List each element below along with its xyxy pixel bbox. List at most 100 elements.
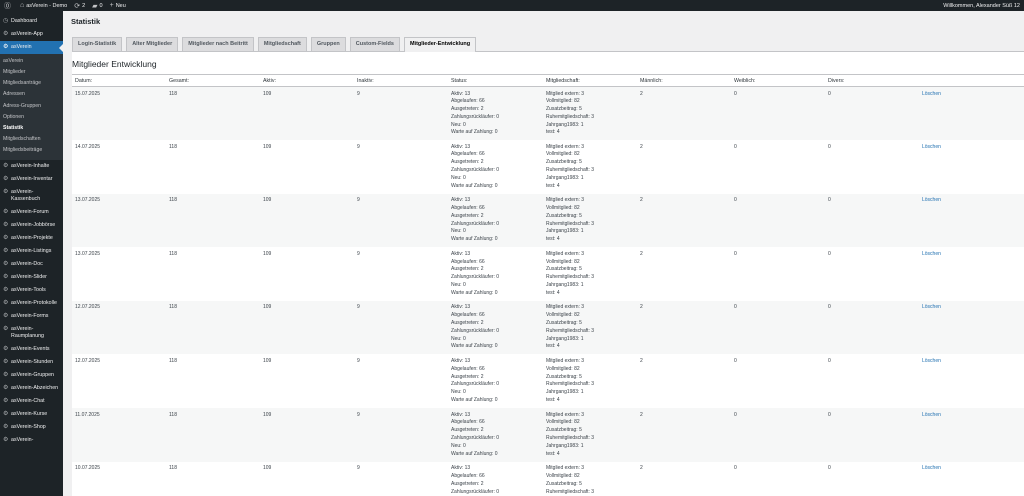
sidebar-item-asverein[interactable]: ⚙ asVerein- (0, 434, 63, 447)
active-cell: 109 (260, 461, 354, 496)
sidebar-item-label: asVerein-Listings (11, 247, 52, 254)
status-line: Zahlungsrückläufer: 0 (451, 434, 500, 441)
membership-line: Mitglied extern: 3 (546, 304, 585, 311)
gear-icon: ⚙ (3, 358, 9, 365)
male-cell: 2 (637, 300, 731, 355)
table-row: 14.07.2025 118 109 9 Aktiv: 13 Abgelaufen: 66… (72, 140, 1024, 194)
gear-icon: ⚙ (3, 410, 9, 417)
gear-icon: ⚙ (3, 371, 9, 378)
tab-mitglieder-nach-beitritt[interactable]: Mitglieder nach Beitritt (182, 37, 254, 51)
delete-link[interactable]: Löschen (922, 412, 941, 418)
date-cell: 14.07.2025 (72, 140, 166, 194)
status-cell: Aktiv: 13 Abgelaufen: 66 Ausgetreten: 2 Zah… (448, 408, 543, 462)
gear-icon: ⚙ (3, 286, 9, 293)
sidebar-item-asverein-listings[interactable]: ⚙ asVerein-Listings (0, 245, 63, 258)
status-cell: Aktiv: 13 Abgelaufen: 66 Ausgetreten: 2 Zah… (448, 86, 543, 141)
submenu-item-adressen[interactable]: Adressen (0, 90, 63, 101)
status-line: Ausgetreten: 2 (451, 373, 484, 380)
sidebar-item-asverein-projekte[interactable]: ⚙ asVerein-Projekte (0, 232, 63, 245)
menu-asverein[interactable]: ⚙ asVerein (0, 41, 63, 54)
total-cell: 118 (166, 193, 260, 248)
action-cell: Löschen (919, 86, 1024, 141)
female-cell: 0 (731, 408, 825, 462)
sidebar-item-asverein-shop[interactable]: ⚙ asVerein-Shop (0, 421, 63, 434)
status-line: Warte auf Zahlung: 0 (451, 343, 498, 350)
submenu-item-mitgliedsantr-ge[interactable]: Mitgliedsanträge (0, 78, 63, 89)
membership-line: Vollmitglied: 82 (546, 312, 580, 319)
sidebar-item-asverein-events[interactable]: ⚙ asVerein-Events (0, 343, 63, 356)
updates-link[interactable]: ⟳ 2 (74, 2, 85, 10)
sidebar-item-asverein-raumplanung[interactable]: ⚙ asVerein-Raumplanung (0, 323, 63, 343)
statistics-panel: Mitglieder Entwicklung Datum: Gesamt: Akti… (72, 52, 1024, 496)
inactive-cell: 9 (354, 354, 448, 409)
status-line: Ausgetreten: 2 (451, 266, 484, 273)
home-icon: ⌂ (20, 2, 25, 9)
male-cell: 2 (637, 247, 731, 301)
tab-login-statistik[interactable]: Login-Statistik (72, 37, 123, 51)
membership-cell: Mitglied extern: 3 Vollmitglied: 82 Zusatz… (543, 461, 637, 496)
tab-mitglieder-entwicklung[interactable]: Mitglieder-Entwicklung (403, 37, 477, 52)
membership-line: Zusatzbeitrag: 5 (546, 106, 582, 113)
tab-mitgliedschaft[interactable]: Mitgliedschaft (257, 37, 307, 51)
wordpress-logo-icon[interactable]: ⓪ (4, 1, 13, 11)
sidebar-item-asverein-forms[interactable]: ⚙ asVerein-Forms (0, 310, 63, 323)
submenu-item-mitglieder[interactable]: Mitglieder (0, 67, 63, 78)
sidebar-item-asverein-kurse[interactable]: ⚙ asVerein-Kurse (0, 408, 63, 421)
delete-link[interactable]: Löschen (922, 304, 941, 310)
membership-line: Ruhemitgliedschaft: 3 (546, 381, 595, 388)
menu-asverein-app[interactable]: ⚙ asVerein-App (0, 28, 63, 41)
sidebar-item-label: asVerein-Forms (11, 312, 49, 319)
status-line: Warte auf Zahlung: 0 (451, 182, 498, 189)
sidebar-item-asverein-kassenbuch[interactable]: ⚙ asVerein-Kassenbuch (0, 186, 63, 206)
membership-cell: Mitglied extern: 3 Vollmitglied: 82 Zusatz… (543, 86, 637, 141)
sidebar-item-label: asVerein-Slider (11, 273, 47, 280)
membership-line: Zusatzbeitrag: 5 (546, 319, 582, 326)
sidebar-item-asverein-jobb-rse[interactable]: ⚙ asVerein-Jobbörse (0, 219, 63, 232)
status-line: Ausgetreten: 2 (451, 480, 484, 487)
delete-link[interactable]: Löschen (922, 465, 941, 471)
gear-icon: ⚙ (3, 397, 9, 404)
tab-custom-fields[interactable]: Custom-Fields (349, 37, 400, 51)
sidebar-item-asverein-slider[interactable]: ⚙ asVerein-Slider (0, 271, 63, 284)
delete-link[interactable]: Löschen (922, 197, 941, 203)
sidebar-item-asverein-doc[interactable]: ⚙ asVerein-Doc (0, 258, 63, 271)
delete-link[interactable]: Löschen (922, 91, 941, 97)
user-account-link[interactable]: Willkommen, Alexander Süß 12 (943, 3, 1020, 9)
tab-gruppen[interactable]: Gruppen (310, 37, 346, 51)
submenu-item-mitgliedsbeitr-ge[interactable]: Mitgliedsbeiträge (0, 146, 63, 157)
submenu-item-asverein[interactable]: asVerein (0, 56, 63, 67)
menu-dashboard[interactable]: ◷ Dashboard (0, 15, 63, 28)
tab-alter-mitglieder[interactable]: Alter Mitglieder (126, 37, 179, 51)
total-cell: 118 (166, 408, 260, 462)
delete-link[interactable]: Löschen (922, 358, 941, 364)
sidebar-item-asverein-inhalte[interactable]: ⚙ asVerein-Inhalte (0, 160, 63, 173)
sidebar-item-asverein-tools[interactable]: ⚙ asVerein-Tools (0, 284, 63, 297)
column-header-datum: Datum: (72, 74, 166, 87)
sidebar-item-asverein-gruppen[interactable]: ⚙ asVerein-Gruppen (0, 369, 63, 382)
sidebar-item-asverein-inventar[interactable]: ⚙ asVerein-Inventar (0, 173, 63, 186)
site-name-link[interactable]: ⌂ asVerein - Demo (20, 2, 67, 9)
submenu-item-adress-gruppen[interactable]: Adress-Gruppen (0, 101, 63, 112)
submenu-item-mitgliedschaften[interactable]: Mitgliedschaften (0, 134, 63, 145)
diverse-cell: 0 (825, 354, 919, 409)
status-line: Neu: 0 (451, 389, 466, 396)
sidebar-item-asverein-abzeichen[interactable]: ⚙ asVerein-Abzeichen (0, 382, 63, 395)
delete-link[interactable]: Löschen (922, 251, 941, 257)
sidebar-item-asverein-protokolle[interactable]: ⚙ asVerein-Protokolle (0, 297, 63, 310)
sidebar-item-asverein-chat[interactable]: ⚙ asVerein-Chat (0, 395, 63, 408)
sidebar-item-label: asVerein-Stunden (11, 358, 54, 365)
inactive-cell: 9 (354, 86, 448, 141)
status-line: Ausgetreten: 2 (451, 427, 484, 434)
comments-link[interactable]: ▰ 0 (92, 2, 102, 10)
sidebar-item-asverein-forum[interactable]: ⚙ asVerein-Forum (0, 206, 63, 219)
status-line: Warte auf Zahlung: 0 (451, 129, 498, 136)
submenu-item-statistik[interactable]: Statistik (0, 123, 63, 134)
sidebar-item-asverein-stunden[interactable]: ⚙ asVerein-Stunden (0, 356, 63, 369)
status-line: Ausgetreten: 2 (451, 159, 484, 166)
membership-line: Zusatzbeitrag: 5 (546, 373, 582, 380)
submenu-item-optionen[interactable]: Optionen (0, 112, 63, 123)
new-content-link[interactable]: + Neu (110, 2, 126, 9)
membership-line: Jahrgang1983: 1 (546, 174, 584, 181)
delete-link[interactable]: Löschen (922, 144, 941, 150)
total-cell: 118 (166, 86, 260, 141)
